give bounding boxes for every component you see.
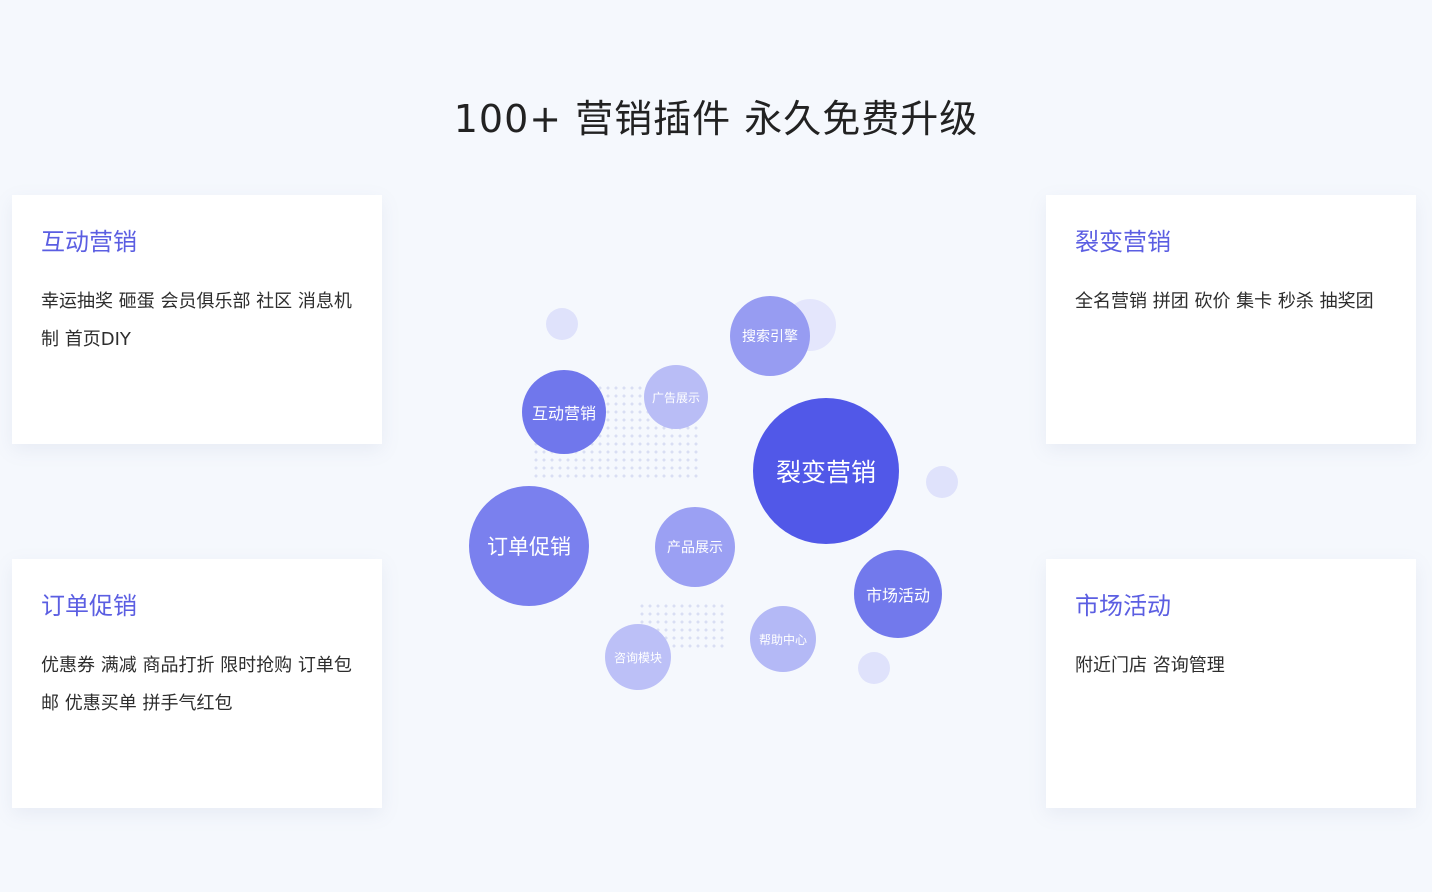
card-title: 裂变营销 — [1075, 228, 1171, 256]
card-description: 全名营销 拼团 砍价 集卡 秒杀 抽奖团 — [1075, 291, 1374, 312]
feature-card-fission-marketing: 裂变营销 全名营销 拼团 砍价 集卡 秒杀 抽奖团 — [1046, 195, 1416, 444]
decorative-circle — [546, 308, 578, 340]
decorative-circle — [926, 466, 958, 498]
bubble-market-activity: 市场活动 — [854, 550, 942, 638]
card-description: 优惠券 满减 商品打折 限时抢购 订单包邮 优惠买单 拼手气红包 — [41, 655, 352, 714]
feature-card-market-activity: 市场活动 附近门店 咨询管理 — [1046, 559, 1416, 808]
card-title: 订单促销 — [41, 592, 137, 620]
bubble-fission-marketing: 裂变营销 — [753, 398, 899, 544]
feature-card-interactive-marketing: 互动营销 幸运抽奖 砸蛋 会员俱乐部 社区 消息机制 首页DIY — [12, 195, 382, 444]
bubble-search-engine: 搜索引擎 — [730, 296, 810, 376]
bubble-consult-module: 咨询模块 — [605, 624, 671, 690]
bubble-product-display: 产品展示 — [655, 507, 735, 587]
decorative-circle — [858, 652, 890, 684]
card-title: 市场活动 — [1075, 592, 1171, 620]
card-title: 互动营销 — [41, 228, 137, 256]
bubble-ad-display: 广告展示 — [644, 365, 708, 429]
marketing-bubble-cloud: 搜索引擎 广告展示 互动营销 裂变营销 订单促销 产品展示 市场活动 帮助中心 … — [440, 280, 1000, 720]
card-description: 幸运抽奖 砸蛋 会员俱乐部 社区 消息机制 首页DIY — [41, 291, 352, 350]
card-description: 附近门店 咨询管理 — [1075, 655, 1225, 676]
bubble-order-promotion: 订单促销 — [469, 486, 589, 606]
bubble-interactive-marketing: 互动营销 — [522, 370, 606, 454]
feature-card-order-promotion: 订单促销 优惠券 满减 商品打折 限时抢购 订单包邮 优惠买单 拼手气红包 — [12, 559, 382, 808]
bubble-help-center: 帮助中心 — [750, 606, 816, 672]
page-headline: 100+ 营销插件 永久免费升级 — [453, 97, 979, 141]
